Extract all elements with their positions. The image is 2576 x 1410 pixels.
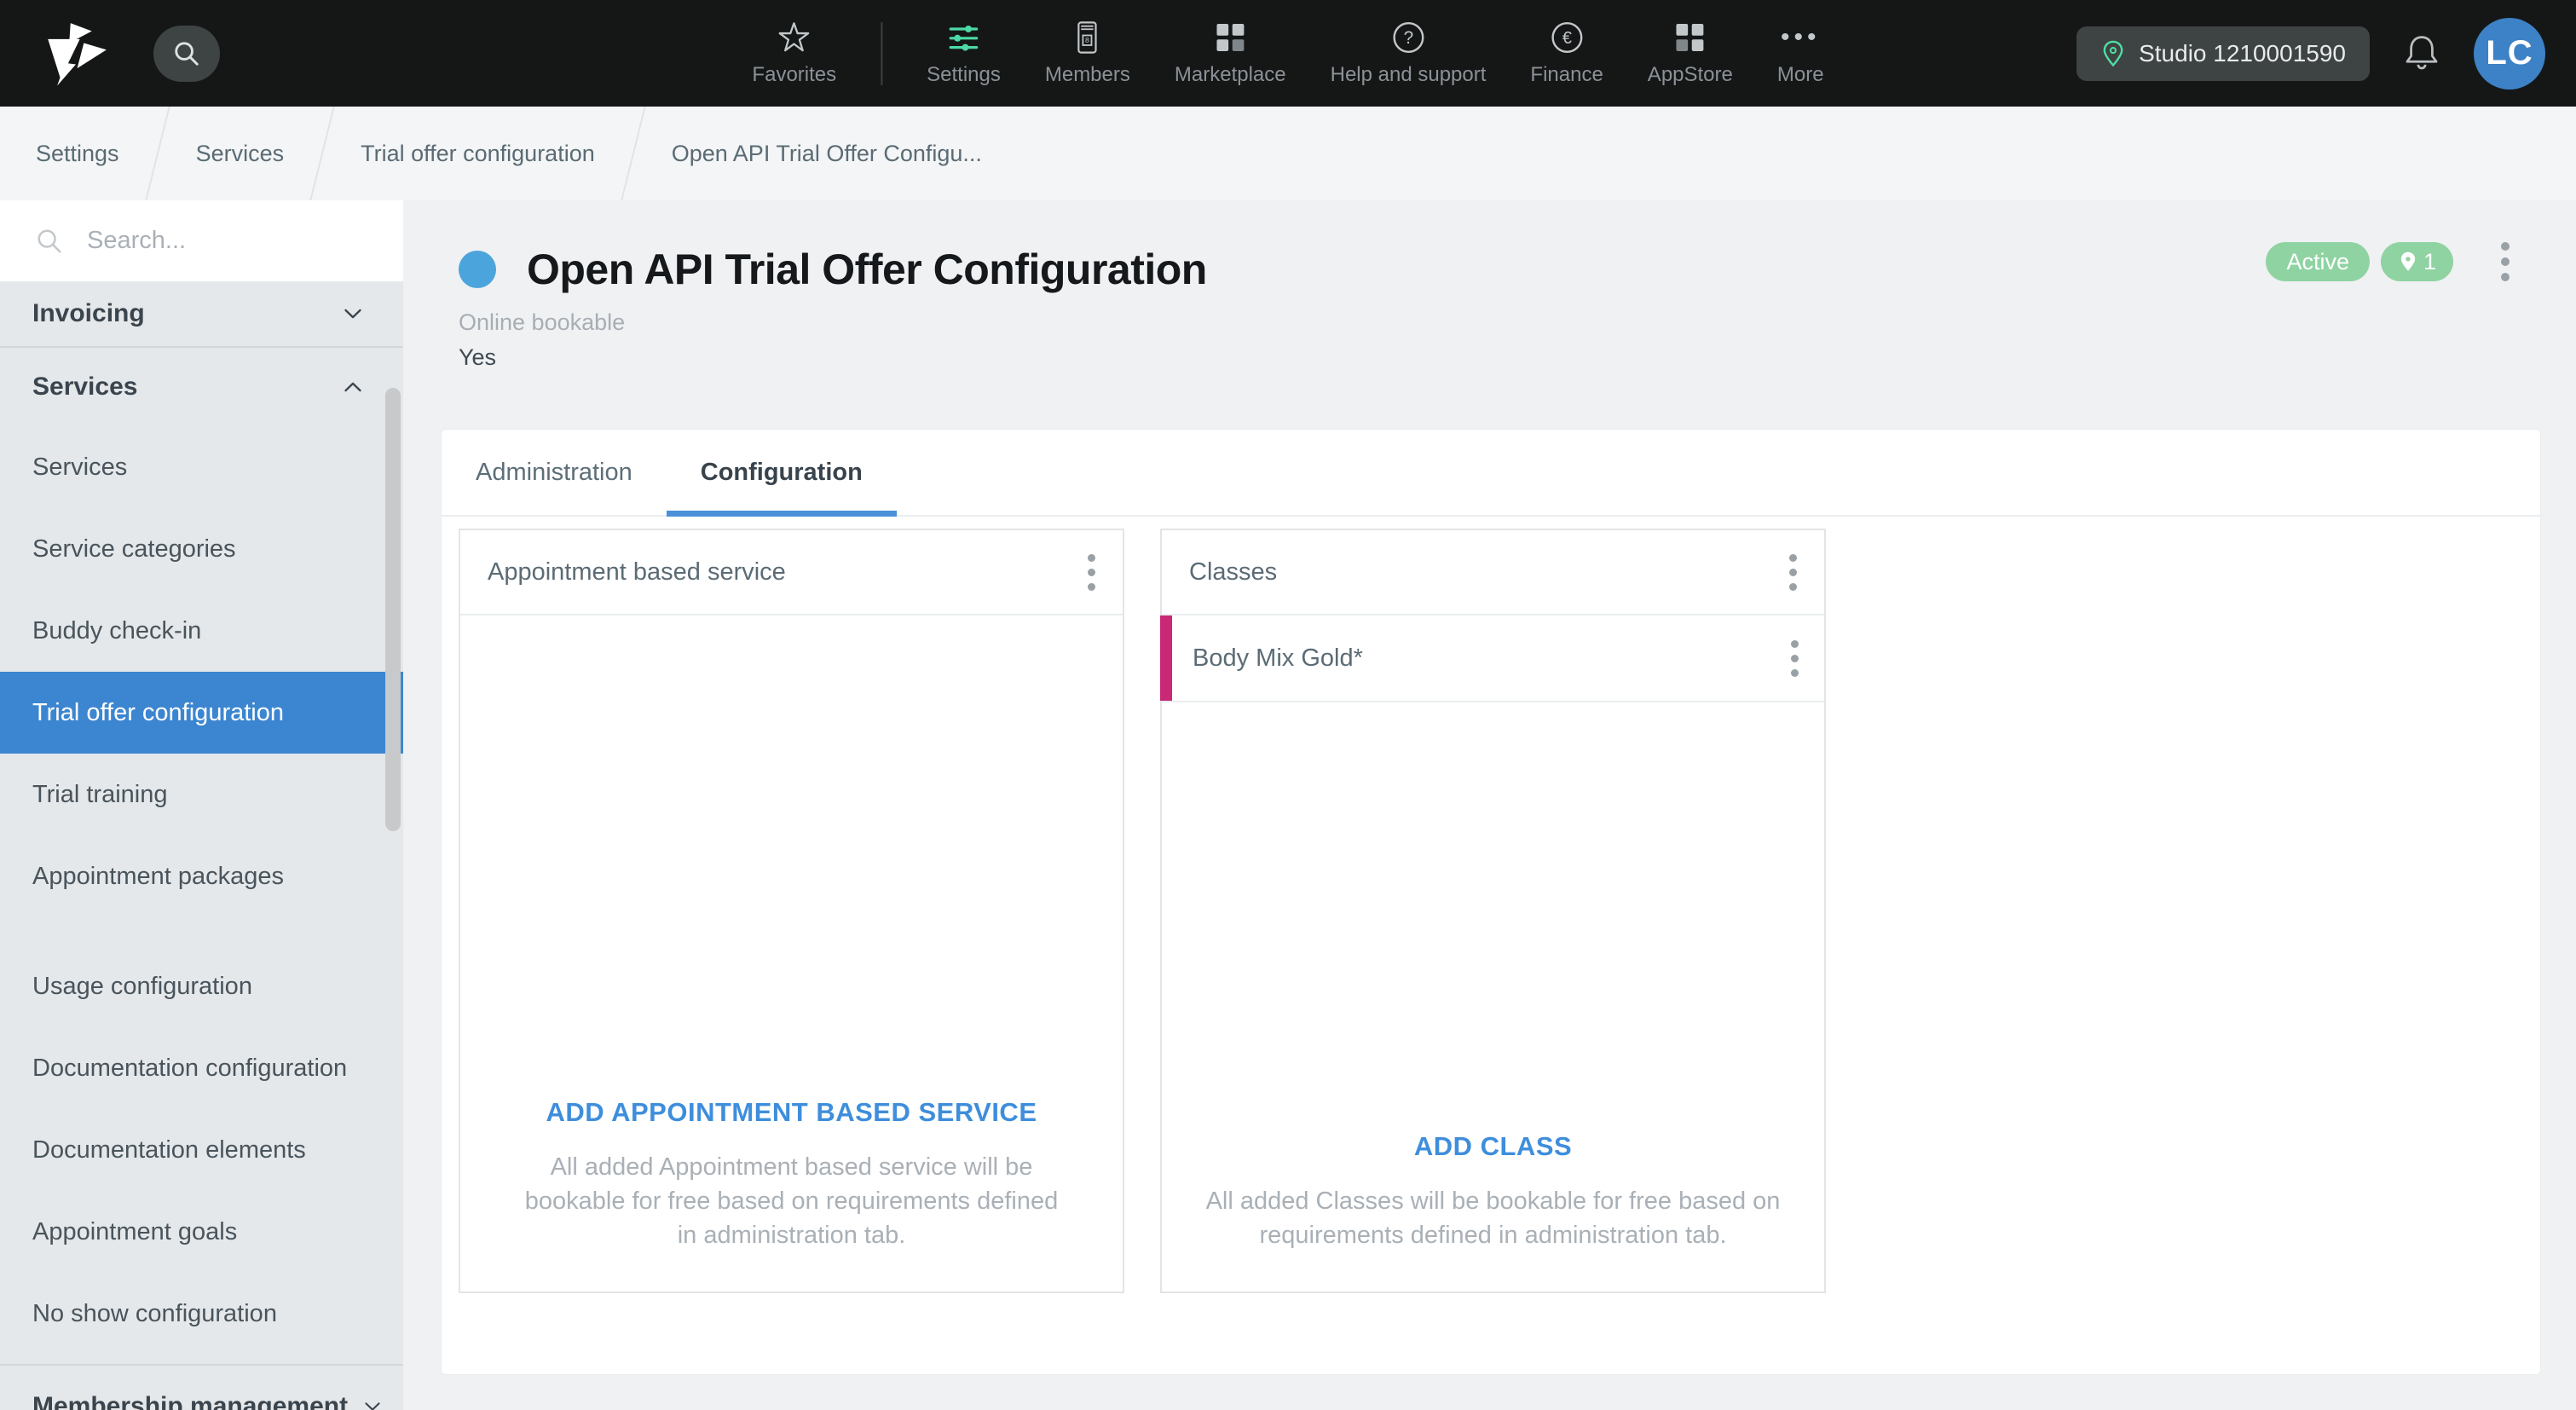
nav-item-help[interactable]: ? Help and support [1331,20,1486,87]
sidebar-item-buddy-check-in[interactable]: Buddy check-in [0,590,403,672]
search-icon [38,229,61,252]
location-count-badge: 1 [2380,242,2453,281]
tab-administration[interactable]: Administration [442,430,667,515]
breadcrumb-current-page: Open API Trial Offer Configu... [671,140,982,166]
notifications-bell-icon[interactable] [2402,33,2441,74]
detail-panel: Administration Configuration Appointment… [441,429,2541,1375]
sidebar-search [0,200,403,281]
sidebar-item-documentation-configuration[interactable]: Documentation configuration [0,1027,403,1109]
classes-card-kebab-menu[interactable] [1784,549,1802,596]
card-title: Classes [1189,558,1278,586]
sidebar-item-no-show-configuration[interactable]: No show configuration [0,1273,403,1355]
top-navbar: Favorites Settings 8 Members Marketplace… [0,0,2576,107]
nav-item-favorites[interactable]: Favorites [752,20,836,87]
breadcrumb-services[interactable]: Services [196,141,285,167]
add-class-button[interactable]: ADD CLASS [1414,1131,1572,1162]
sidebar-item-service-categories[interactable]: Service categories [0,508,403,590]
chevron-up-icon [344,382,361,392]
ellipsis-icon: ••• [1780,23,1821,51]
navbar-separator [881,21,883,85]
studio-selector[interactable]: Studio 1210001590 [2076,26,2370,81]
card-title: Appointment based service [488,558,786,586]
breadcrumb-separator [621,107,646,200]
page-title: Open API Trial Offer Configuration [527,246,1207,293]
nav-item-settings[interactable]: Settings [927,20,1001,87]
online-bookable-label: Online bookable [459,309,626,335]
euro-circle-icon: € [1551,22,1583,53]
svg-text:?: ? [1403,28,1413,48]
tab-bar: Administration Configuration [442,430,2540,517]
online-bookable-value: Yes [459,344,497,370]
nav-item-marketplace[interactable]: Marketplace [1175,20,1286,87]
sidebar-scrollbar[interactable] [385,388,401,831]
svg-text:8: 8 [1085,36,1089,44]
navbar-search-button[interactable] [153,25,220,82]
nav-item-appstore[interactable]: AppStore [1648,20,1733,87]
user-avatar[interactable]: LC [2474,17,2545,90]
settings-sidebar: Invoicing Services Services Service cate… [0,200,403,1410]
class-name: Body Mix Gold* [1193,644,1363,672]
sidebar-item-trial-offer-configuration[interactable]: Trial offer configuration [0,672,403,754]
sliders-icon [949,26,979,51]
sidebar-item-usage-configuration[interactable]: Usage configuration [0,945,403,1027]
sidebar-item-appointment-packages[interactable]: Appointment packages [0,835,403,917]
svg-text:€: € [1562,29,1572,48]
add-appointment-based-service-button[interactable]: ADD APPOINTMENT BASED SERVICE [546,1097,1037,1128]
chevron-down-icon [344,309,361,319]
chevron-down-icon [365,1402,380,1410]
location-pin-icon [2400,251,2416,271]
appointment-card-description: All added Appointment based service will… [524,1153,1059,1249]
breadcrumb-settings[interactable]: Settings [36,141,119,167]
sidebar-item-appointment-goals[interactable]: Appointment goals [0,1191,403,1273]
breadcrumb-separator [309,107,335,200]
member-badge-icon: 8 [1077,21,1098,54]
search-icon [175,41,199,66]
app-logo-icon[interactable] [43,17,109,90]
main-content: Open API Trial Offer Configuration Onlin… [403,200,2576,1410]
navbar-menu: Favorites Settings 8 Members Marketplace… [752,0,1824,107]
breadcrumb: Settings Services Trial offer configurat… [0,107,2576,200]
sidebar-section-services[interactable]: Services [0,348,403,426]
classes-card: Classes Body Mix Gold* ADD CLASS All add… [1160,529,1826,1293]
status-badge: Active [2266,242,2370,281]
page-kebab-menu[interactable] [2496,237,2515,286]
breadcrumb-separator [144,107,170,200]
grid-icon [1216,24,1245,51]
sidebar-item-services[interactable]: Services [0,426,403,508]
nav-item-more[interactable]: ••• More [1777,20,1824,87]
nav-item-members[interactable]: 8 Members [1045,20,1130,87]
offer-color-dot [459,251,496,288]
sidebar-search-input[interactable] [87,227,343,255]
sidebar-item-trial-training[interactable]: Trial training [0,754,403,835]
sidebar-section-membership-management[interactable]: Membership management [0,1366,403,1410]
class-list-item[interactable]: Body Mix Gold* [1160,615,1824,702]
nav-item-finance[interactable]: € Finance [1530,20,1603,87]
classes-card-description: All added Classes will be bookable for f… [1205,1188,1781,1249]
help-circle-icon: ? [1393,22,1424,53]
location-pin-icon [2103,40,2123,66]
grid-icon [1676,24,1704,51]
class-item-kebab-menu[interactable] [1786,635,1804,682]
appointment-based-service-card: Appointment based service ADD APPOINTMEN… [459,529,1124,1293]
sidebar-item-documentation-elements[interactable]: Documentation elements [0,1109,403,1191]
breadcrumb-trial-offer-configuration[interactable]: Trial offer configuration [361,141,595,167]
tab-configuration[interactable]: Configuration [666,430,897,517]
star-icon [778,22,810,52]
navbar-right: Studio 1210001590 LC [2076,17,2545,90]
sidebar-section-invoicing[interactable]: Invoicing [0,281,403,346]
appointment-card-kebab-menu[interactable] [1083,549,1100,596]
